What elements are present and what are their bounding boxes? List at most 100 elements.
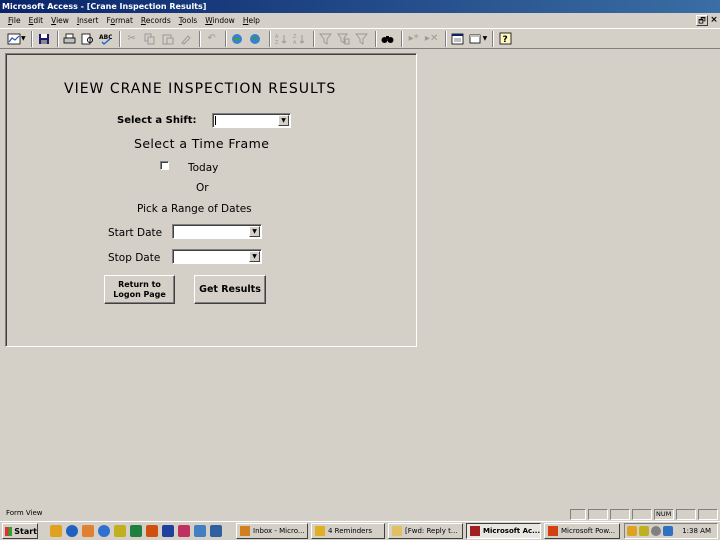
date-range-label: Pick a Range of Dates [137, 203, 252, 215]
today-checkbox[interactable] [160, 161, 169, 170]
menu-item-view[interactable]: View [47, 14, 73, 28]
start-date-combobox[interactable]: ▼ [172, 224, 262, 239]
menu-item-format[interactable]: Format [102, 14, 136, 28]
task-app-icon [315, 526, 325, 536]
menu-item-insert[interactable]: Insert [73, 14, 103, 28]
database-window-icon[interactable] [450, 31, 466, 47]
paste-icon[interactable] [160, 31, 176, 47]
help-icon[interactable]: ? [497, 31, 513, 47]
web-toolbar-icon[interactable] [248, 31, 264, 47]
form-title: VIEW CRANE INSPECTION RESULTS [64, 81, 337, 97]
quick-launch-app-icon[interactable] [178, 525, 190, 537]
chevron-down-icon[interactable]: ▼ [278, 115, 289, 126]
new-record-icon[interactable]: ▸* [406, 31, 422, 47]
copy-icon[interactable] [142, 31, 158, 47]
text-cursor [215, 116, 216, 125]
quick-launch-desktop-icon[interactable] [210, 525, 222, 537]
stop-date-combobox[interactable]: ▼ [172, 249, 262, 264]
quick-launch-search-icon[interactable] [114, 525, 126, 537]
taskbar-button[interactable]: 4 Reminders [311, 523, 385, 539]
quick-launch-powerpoint-icon[interactable] [146, 525, 158, 537]
taskbar-button[interactable]: Microsoft Ac... [466, 523, 541, 539]
system-tray: 1:38 AM [624, 523, 718, 539]
toolbar-separator [444, 30, 447, 47]
status-cell [588, 509, 608, 520]
taskbar-button-label: Inbox - Micro... [253, 527, 305, 535]
menu-item-window[interactable]: Window [201, 14, 239, 28]
time-frame-label: Select a Time Frame [134, 136, 270, 151]
taskbar-button-label: [Fwd: Reply t... [405, 527, 458, 535]
quick-launch-outlook-express-icon[interactable] [82, 525, 94, 537]
filter-by-selection-icon[interactable] [318, 31, 334, 47]
taskbar-button[interactable]: Microsoft Pow... [544, 523, 620, 539]
close-window-button[interactable]: × [708, 15, 720, 26]
cut-icon[interactable]: ✂ [124, 31, 140, 47]
task-app-icon [392, 526, 402, 536]
svg-text:?: ? [502, 35, 507, 45]
menu-item-edit[interactable]: Edit [25, 14, 48, 28]
status-cell [610, 509, 630, 520]
print-icon[interactable] [62, 31, 78, 47]
menu-item-tools[interactable]: Tools [175, 14, 201, 28]
quick-launch-network-icon[interactable] [194, 525, 206, 537]
insert-hyperlink-icon[interactable] [230, 31, 246, 47]
return-button-line2: Logon Page [113, 289, 166, 299]
taskbar-button-label: Microsoft Ac... [483, 527, 541, 535]
new-object-icon[interactable] [468, 31, 484, 47]
return-to-logon-button[interactable]: Return to Logon Page [104, 275, 175, 304]
get-results-button[interactable]: Get Results [194, 275, 266, 304]
find-icon[interactable] [380, 31, 396, 47]
filter-by-form-icon[interactable] [336, 31, 352, 47]
status-cell [698, 509, 718, 520]
quick-launch-word-icon[interactable] [162, 525, 174, 537]
start-button[interactable]: Start [2, 523, 38, 539]
print-preview-icon[interactable] [80, 31, 96, 47]
restore-window-button[interactable]: 🗗 [696, 15, 708, 26]
tray-sound-icon[interactable] [651, 526, 661, 536]
status-cell [676, 509, 696, 520]
taskbar-button[interactable]: Inbox - Micro... [236, 523, 308, 539]
task-app-icon [240, 526, 250, 536]
start-label: Start [14, 526, 37, 536]
windows-taskbar: Start Inbox - Micro... 4 Reminders [Fwd: R… [0, 521, 720, 540]
toolbar-separator [118, 30, 121, 47]
chevron-down-icon[interactable]: ▼ [249, 251, 260, 262]
toolbar-separator [30, 30, 33, 47]
chevron-down-icon[interactable]: ▼ [249, 226, 260, 237]
taskbar-button[interactable]: [Fwd: Reply t... [388, 523, 463, 539]
get-results-label: Get Results [199, 284, 261, 295]
taskbar-clock[interactable]: 1:38 AM [682, 527, 711, 535]
svg-text:A: A [293, 40, 297, 45]
format-painter-icon[interactable] [178, 31, 194, 47]
today-label: Today [188, 162, 219, 174]
menu-bar: File Edit View Insert Format Records Tools Wind… [0, 13, 720, 29]
tray-network-icon[interactable] [663, 526, 673, 536]
toolbar-separator [56, 30, 59, 47]
apply-filter-icon[interactable] [354, 31, 370, 47]
menu-item-help[interactable]: Help [239, 14, 264, 28]
tray-search-icon[interactable] [639, 526, 649, 536]
quick-launch-browser-icon[interactable] [98, 525, 110, 537]
window-titlebar[interactable]: Microsoft Access - [Crane Inspection Res… [0, 0, 720, 13]
save-icon[interactable] [36, 31, 52, 47]
delete-record-icon[interactable]: ▸✕ [424, 31, 440, 47]
quick-launch-excel-icon[interactable] [130, 525, 142, 537]
quick-launch-outlook-icon[interactable] [50, 525, 62, 537]
crane-inspection-form: VIEW CRANE INSPECTION RESULTS Select a S… [5, 53, 417, 347]
new-object-dropdown-arrow-icon[interactable]: ▼ [483, 35, 488, 42]
undo-icon[interactable]: ↶ [204, 31, 220, 47]
menu-item-file[interactable]: File [4, 14, 25, 28]
window-title: Microsoft Access - [Crane Inspection Res… [2, 2, 207, 11]
svg-text:ABC: ABC [99, 34, 112, 41]
shift-combobox[interactable]: ▼ [212, 113, 291, 128]
menu-item-records[interactable]: Records [137, 14, 175, 28]
spelling-icon[interactable]: ABC [98, 31, 114, 47]
tray-outlook-icon[interactable] [627, 526, 637, 536]
sort-ascending-icon[interactable]: AZ [274, 31, 290, 47]
view-dropdown-arrow-icon[interactable]: ▼ [21, 35, 26, 42]
status-cell [570, 509, 586, 520]
svg-text:Z: Z [275, 40, 279, 45]
sort-descending-icon[interactable]: ZA [292, 31, 308, 47]
view-icon[interactable] [6, 31, 22, 47]
quick-launch-ie-icon[interactable] [66, 525, 78, 537]
